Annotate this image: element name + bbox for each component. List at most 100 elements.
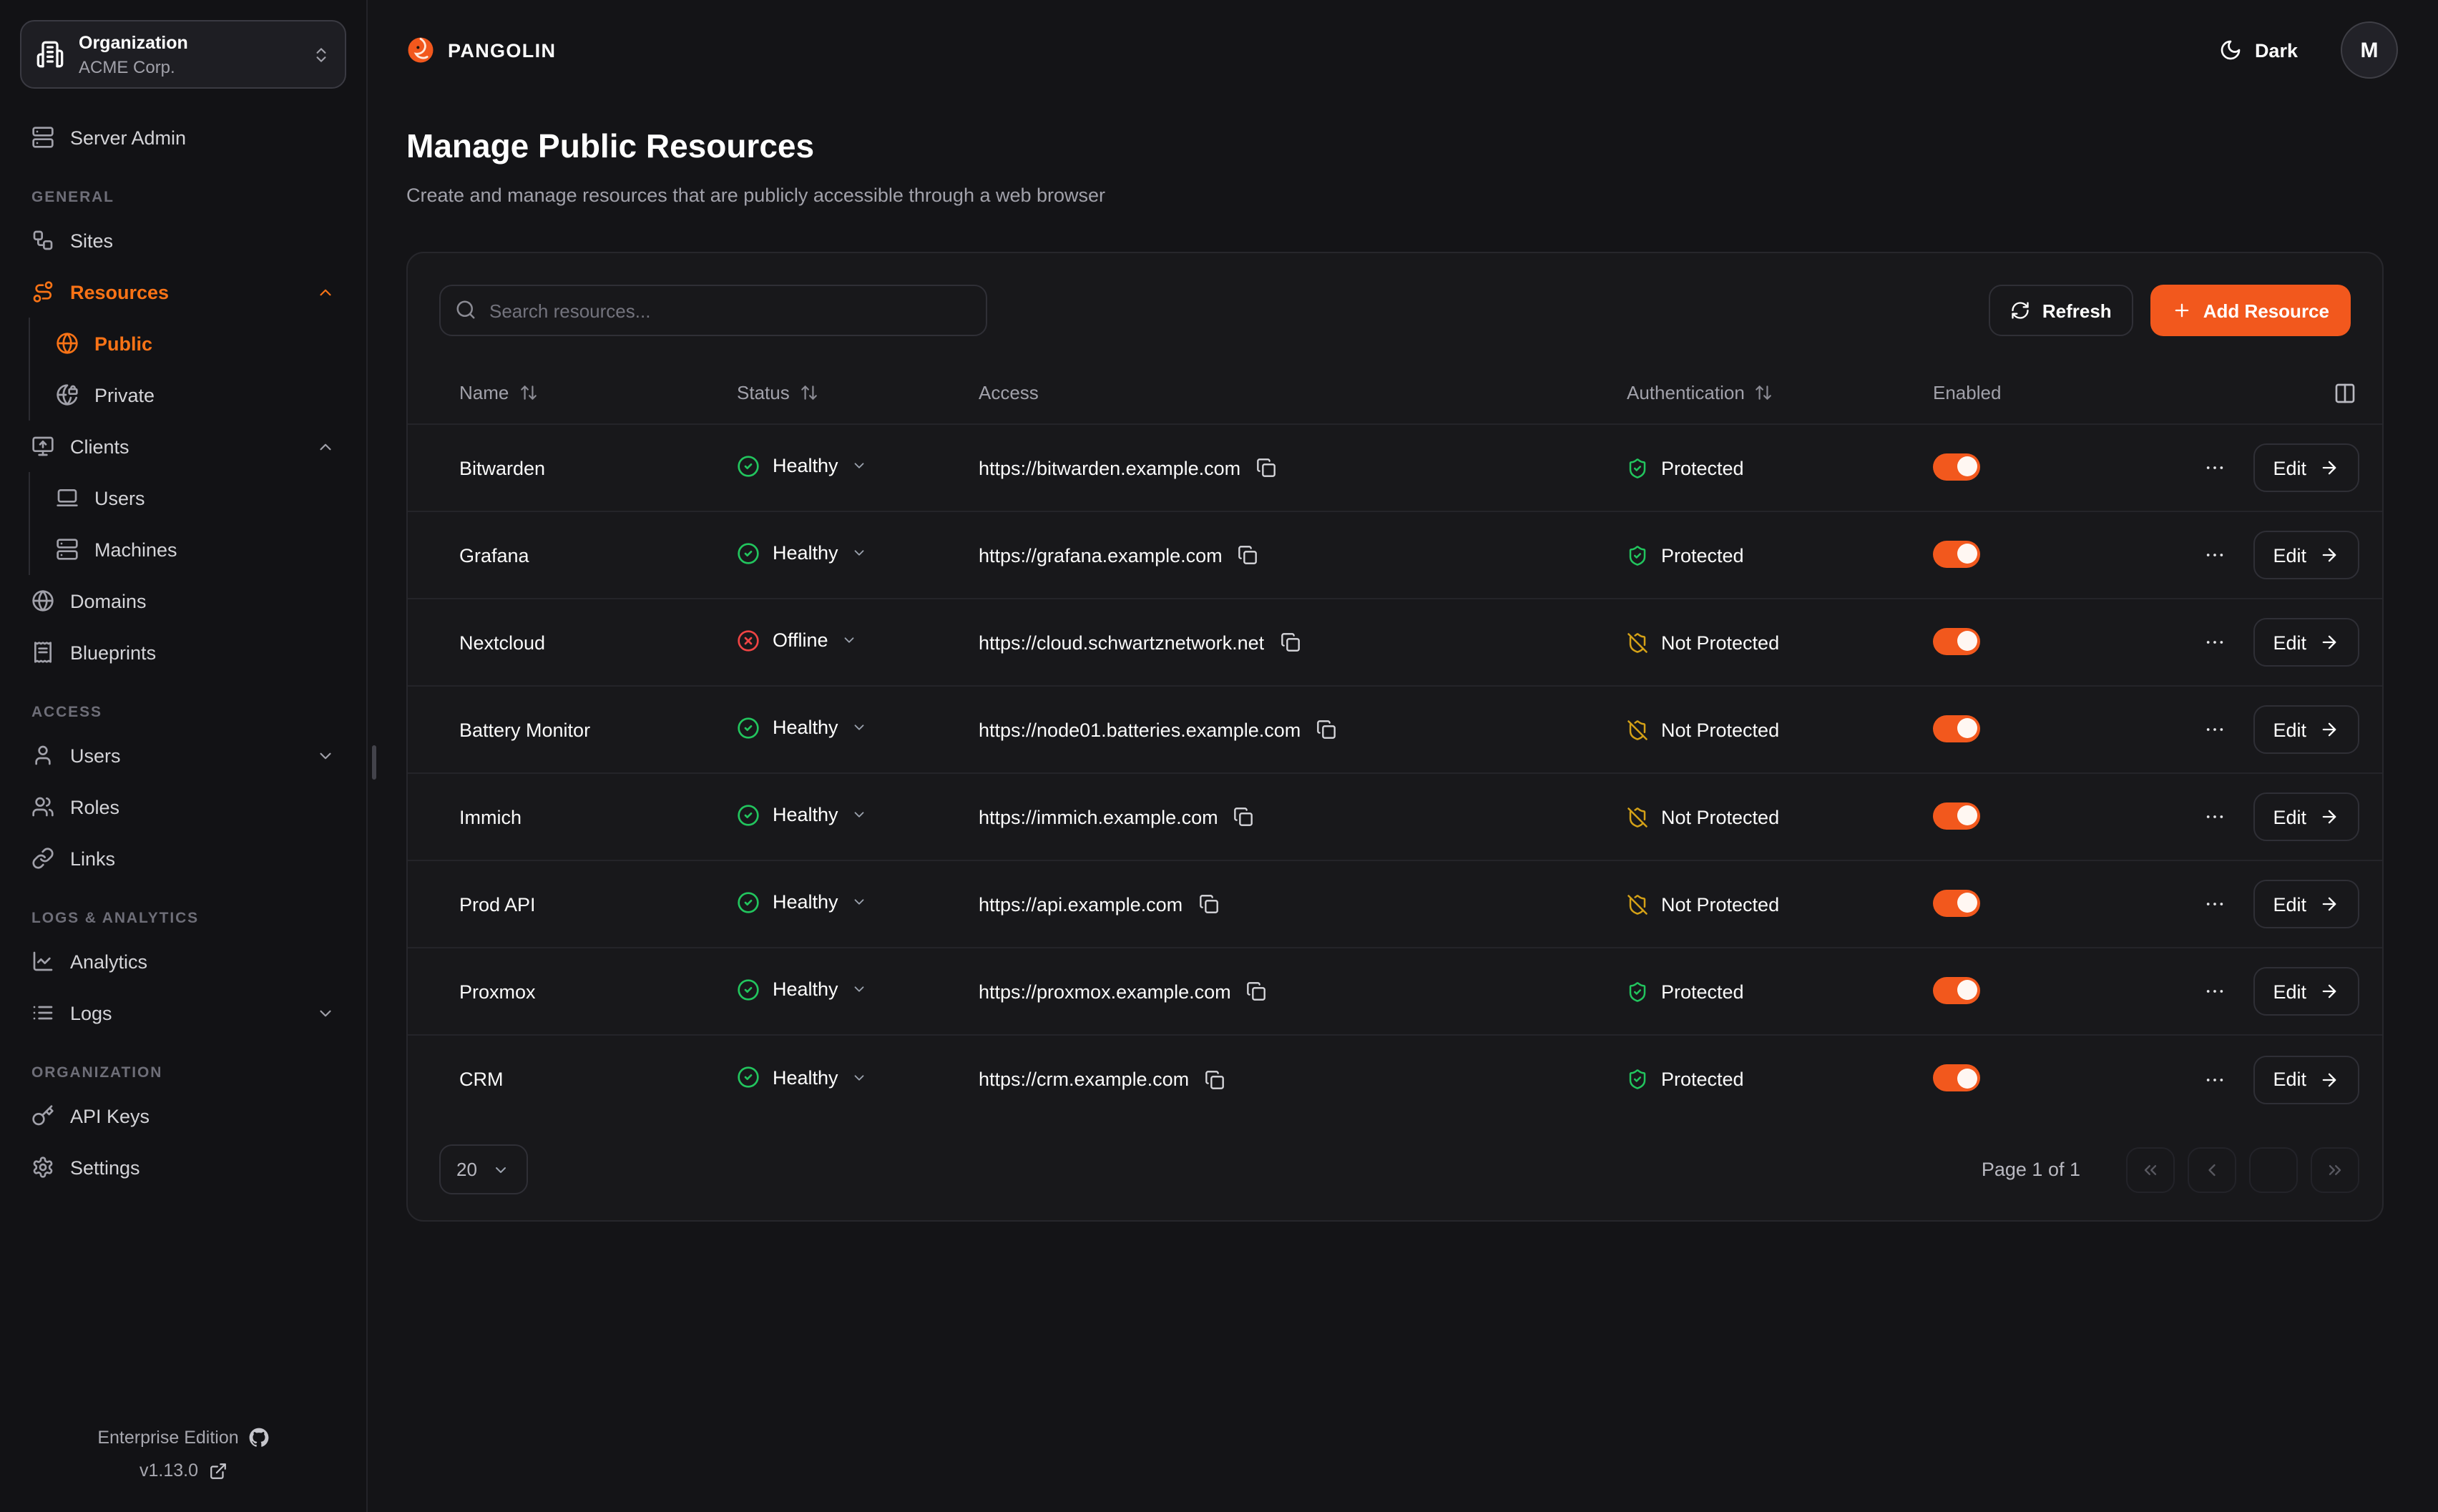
sidebar-item-clients[interactable]: Clients (20, 421, 346, 472)
edit-button[interactable]: Edit (2253, 618, 2359, 667)
copy-url-button[interactable] (1256, 458, 1276, 478)
previous-page-button[interactable] (2188, 1147, 2236, 1192)
sidebar-item-private[interactable]: Private (44, 369, 346, 421)
enabled-toggle[interactable] (1933, 627, 1980, 654)
sidebar-item-logs[interactable]: Logs (20, 987, 346, 1039)
scrollbar-thumb[interactable] (372, 745, 376, 780)
sidebar-item-domains[interactable]: Domains (20, 575, 346, 627)
sort-status[interactable]: Status (737, 382, 818, 403)
sort-name[interactable]: Name (459, 382, 537, 403)
sidebar-item-label: Server Admin (70, 127, 186, 148)
sidebar-item-sites[interactable]: Sites (20, 215, 346, 266)
last-page-button[interactable] (2311, 1147, 2359, 1192)
sidebar-section-label: ACCESS (31, 704, 335, 721)
status-select[interactable]: Healthy (737, 890, 867, 913)
enabled-toggle[interactable] (1933, 976, 1980, 1003)
row-menu-button[interactable] (2203, 456, 2226, 479)
arrow-right-icon (2319, 894, 2339, 914)
avatar[interactable]: M (2341, 21, 2398, 79)
row-menu-button[interactable] (2203, 1068, 2226, 1091)
auth-status: Protected (1627, 544, 1933, 566)
chevrons-left-icon (2140, 1159, 2160, 1179)
status-select[interactable]: Healthy (737, 454, 867, 477)
chevron-up-icon (316, 437, 335, 456)
table-row: Battery Monitor Healthy https://node01.b… (408, 687, 2382, 774)
sidebar-item-analytics[interactable]: Analytics (20, 936, 346, 987)
sidebar-item-roles[interactable]: Roles (20, 781, 346, 833)
topbar: PANGOLIN Dark M (406, 0, 2398, 100)
refresh-icon (2011, 300, 2031, 320)
edition-link[interactable]: Enterprise Edition (20, 1428, 346, 1448)
auth-label: Protected (1661, 981, 1744, 1002)
copy-url-button[interactable] (1247, 981, 1267, 1001)
sort-icon (800, 383, 818, 402)
sidebar-item-server-admin[interactable]: Server Admin (20, 112, 346, 163)
status-select[interactable]: Offline (737, 629, 857, 652)
add-resource-button[interactable]: Add Resource (2150, 285, 2351, 336)
row-menu-button[interactable] (2203, 893, 2226, 915)
status-select[interactable]: Healthy (737, 978, 867, 1001)
row-menu-button[interactable] (2203, 980, 2226, 1003)
enabled-toggle[interactable] (1933, 715, 1980, 742)
row-menu-button[interactable] (2203, 631, 2226, 654)
sidebar-item-api-keys[interactable]: API Keys (20, 1090, 346, 1142)
page-indicator: Page 1 of 1 (1982, 1159, 2080, 1180)
status-select[interactable]: Healthy (737, 716, 867, 739)
row-menu-button[interactable] (2203, 718, 2226, 741)
status-select[interactable]: Healthy (737, 803, 867, 826)
sidebar-item-blueprints[interactable]: Blueprints (20, 627, 346, 678)
edit-button[interactable]: Edit (2253, 880, 2359, 928)
status-select[interactable]: Healthy (737, 1066, 867, 1089)
copy-url-button[interactable] (1234, 807, 1254, 827)
copy-url-button[interactable] (1205, 1069, 1225, 1089)
enabled-toggle[interactable] (1933, 1064, 1980, 1091)
status-select[interactable]: Healthy (737, 541, 867, 564)
enabled-toggle[interactable] (1933, 802, 1980, 829)
edit-button[interactable]: Edit (2253, 1055, 2359, 1104)
auth-label: Not Protected (1661, 806, 1779, 828)
copy-url-button[interactable] (1198, 894, 1218, 914)
moon-icon (2219, 39, 2242, 62)
edit-button[interactable]: Edit (2253, 967, 2359, 1016)
sidebar-item-users[interactable]: Users (44, 472, 346, 524)
resource-name: Bitwarden (459, 457, 737, 478)
auth-label: Not Protected (1661, 632, 1779, 653)
page-size-select[interactable]: 20 (439, 1144, 528, 1194)
users-icon (31, 795, 54, 818)
search-input[interactable] (439, 285, 987, 336)
version-link[interactable]: v1.13.0 (20, 1461, 346, 1481)
refresh-button[interactable]: Refresh (1989, 285, 2133, 336)
resource-url: https://api.example.com (979, 893, 1183, 915)
copy-url-button[interactable] (1280, 632, 1300, 652)
edit-label: Edit (2273, 719, 2306, 740)
columns-icon (2334, 381, 2356, 404)
edit-button[interactable]: Edit (2253, 705, 2359, 754)
sort-authentication[interactable]: Authentication (1627, 382, 1773, 403)
sidebar-item-links[interactable]: Links (20, 833, 346, 884)
sidebar-item-settings[interactable]: Settings (20, 1142, 346, 1193)
copy-url-button[interactable] (1316, 720, 1336, 740)
row-menu-button[interactable] (2203, 544, 2226, 566)
sidebar-item-machines[interactable]: Machines (44, 524, 346, 575)
auth-status: Not Protected (1627, 632, 1933, 653)
column-visibility-button[interactable] (2331, 378, 2359, 407)
sidebar-item-public[interactable]: Public (44, 318, 346, 369)
resource-name: CRM (459, 1069, 737, 1090)
copy-url-button[interactable] (1238, 545, 1258, 565)
org-selector[interactable]: Organization ACME Corp. (20, 20, 346, 89)
shield-off-icon (1627, 632, 1648, 653)
sidebar-item-resources[interactable]: Resources (20, 266, 346, 318)
edit-button[interactable]: Edit (2253, 792, 2359, 841)
row-menu-button[interactable] (2203, 805, 2226, 828)
theme-toggle-button[interactable]: Dark (2211, 37, 2306, 63)
edit-label: Edit (2273, 457, 2306, 478)
sidebar-item-users[interactable]: Users (20, 730, 346, 781)
enabled-toggle[interactable] (1933, 453, 1980, 480)
next-page-button[interactable]: undefined (2249, 1147, 2298, 1192)
enabled-toggle[interactable] (1933, 889, 1980, 916)
enabled-toggle[interactable] (1933, 540, 1980, 567)
first-page-button[interactable] (2126, 1147, 2175, 1192)
edit-button[interactable]: Edit (2253, 531, 2359, 579)
circle-check-icon (737, 978, 760, 1001)
edit-button[interactable]: Edit (2253, 443, 2359, 492)
